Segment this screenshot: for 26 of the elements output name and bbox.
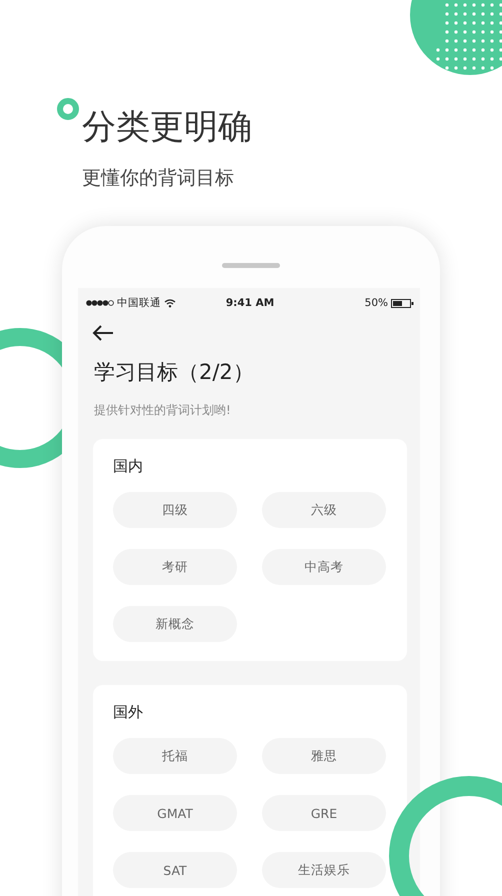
headline: 分类更明确 bbox=[82, 106, 253, 149]
battery-icon bbox=[390, 298, 414, 308]
clock: 9:41 AM bbox=[224, 297, 276, 309]
ring-icon bbox=[56, 97, 80, 121]
battery-percent: 50% bbox=[364, 297, 388, 309]
goal-option[interactable]: SAT bbox=[113, 852, 237, 888]
goal-option[interactable]: GRE bbox=[262, 795, 386, 831]
signal-icon bbox=[86, 300, 114, 306]
wifi-icon bbox=[164, 298, 176, 308]
goal-option[interactable]: 四级 bbox=[113, 492, 237, 528]
goal-option[interactable]: 新概念 bbox=[113, 606, 237, 642]
page-subtitle: 提供针对性的背词计划哟! bbox=[94, 402, 232, 418]
goal-option[interactable]: GMAT bbox=[113, 795, 237, 831]
page-title: 学习目标（2/2） bbox=[94, 359, 255, 385]
speaker-slot bbox=[222, 263, 280, 268]
carrier-name: 中国联通 bbox=[117, 296, 161, 310]
goal-option[interactable]: 生活娱乐 bbox=[262, 852, 386, 888]
goal-option[interactable]: 六级 bbox=[262, 492, 386, 528]
category-title: 国外 bbox=[113, 703, 144, 721]
category-title: 国内 bbox=[113, 457, 144, 475]
tagline: 更懂你的背词目标 bbox=[82, 166, 235, 190]
goal-option[interactable]: 雅思 bbox=[262, 738, 386, 774]
goal-option[interactable]: 考研 bbox=[113, 549, 237, 585]
goal-option[interactable]: 中高考 bbox=[262, 549, 386, 585]
back-arrow-icon[interactable] bbox=[92, 325, 114, 341]
goal-option[interactable]: 托福 bbox=[113, 738, 237, 774]
